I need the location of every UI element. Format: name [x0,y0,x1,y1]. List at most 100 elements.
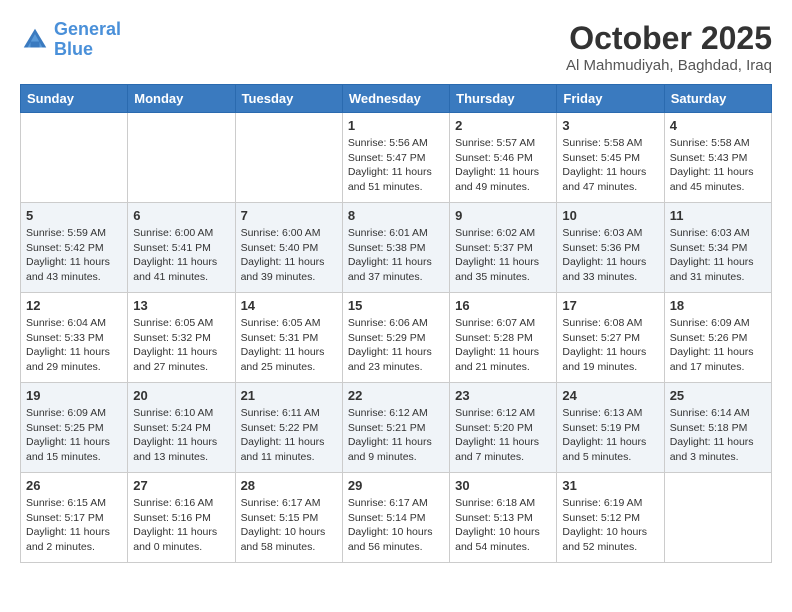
day-number: 10 [562,208,658,223]
calendar-cell: 3Sunrise: 5:58 AM Sunset: 5:45 PM Daylig… [557,113,664,203]
calendar-cell: 5 Sunrise: 5:59 AM Sunset: 5:42 PM Daylig… [21,203,128,293]
weekday-header-tuesday: Tuesday [235,85,342,113]
calendar-week-row: 12 Sunrise: 6:04 AM Sunset: 5:33 PM Dayli… [21,293,772,383]
calendar-cell: 8 Sunrise: 6:01 AM Sunset: 5:38 PM Daylig… [342,203,449,293]
calendar-cell: 13Sunrise: 6:05 AM Sunset: 5:32 PM Dayli… [128,293,235,383]
calendar-cell: 27Sunrise: 6:16 AM Sunset: 5:16 PM Dayli… [128,473,235,563]
day-number: 13 [133,298,229,313]
weekday-header-saturday: Saturday [664,85,771,113]
day-info: Sunrise: 6:02 AM Sunset: 5:37 PM Dayligh… [455,226,551,285]
day-number: 22 [348,388,444,403]
day-info: Sunrise: 5:57 AM Sunset: 5:46 PM Dayligh… [455,136,551,195]
title-block: October 2025 Al Mahmudiyah, Baghdad, Ira… [566,20,772,74]
logo-text: General Blue [54,20,121,60]
day-info: Sunrise: 6:15 AM Sunset: 5:17 PM Dayligh… [26,496,122,555]
calendar-cell: 17 Sunrise: 6:08 AM Sunset: 5:27 PM Dayli… [557,293,664,383]
day-number: 16 [455,298,551,313]
month-title: October 2025 [566,20,772,57]
day-number: 5 [26,208,122,223]
calendar-table: SundayMondayTuesdayWednesdayThursdayFrid… [20,84,772,563]
day-number: 8 [348,208,444,223]
calendar-cell: 11 Sunrise: 6:03 AM Sunset: 5:34 PM Dayli… [664,203,771,293]
day-number: 11 [670,208,766,223]
day-info: Sunrise: 6:03 AM Sunset: 5:34 PM Dayligh… [670,226,766,285]
day-info: Sunrise: 6:05 AM Sunset: 5:31 PM Dayligh… [241,316,337,375]
day-number: 19 [26,388,122,403]
day-number: 20 [133,388,229,403]
calendar-cell: 15 Sunrise: 6:06 AM Sunset: 5:29 PM Dayli… [342,293,449,383]
calendar-cell: 31Sunrise: 6:19 AM Sunset: 5:12 PM Dayli… [557,473,664,563]
day-info: Sunrise: 6:09 AM Sunset: 5:25 PM Dayligh… [26,406,122,465]
day-info: Sunrise: 6:17 AM Sunset: 5:14 PM Dayligh… [348,496,444,555]
calendar-cell: 1Sunrise: 5:56 AM Sunset: 5:47 PM Daylig… [342,113,449,203]
day-info: Sunrise: 6:04 AM Sunset: 5:33 PM Dayligh… [26,316,122,375]
calendar-cell: 22 Sunrise: 6:12 AM Sunset: 5:21 PM Dayli… [342,383,449,473]
calendar-cell: 4Sunrise: 5:58 AM Sunset: 5:43 PM Daylig… [664,113,771,203]
day-info: Sunrise: 6:19 AM Sunset: 5:12 PM Dayligh… [562,496,658,555]
day-info: Sunrise: 6:13 AM Sunset: 5:19 PM Dayligh… [562,406,658,465]
page-header: General Blue October 2025 Al Mahmudiyah,… [20,20,772,74]
day-number: 28 [241,478,337,493]
calendar-cell [128,113,235,203]
day-number: 2 [455,118,551,133]
calendar-cell: 10 Sunrise: 6:03 AM Sunset: 5:36 PM Dayli… [557,203,664,293]
day-number: 6 [133,208,229,223]
calendar-cell: 12 Sunrise: 6:04 AM Sunset: 5:33 PM Dayli… [21,293,128,383]
calendar-cell [21,113,128,203]
logo-icon [20,25,50,55]
day-number: 14 [241,298,337,313]
calendar-cell: 6 Sunrise: 6:00 AM Sunset: 5:41 PM Daylig… [128,203,235,293]
calendar-cell: 21Sunrise: 6:11 AM Sunset: 5:22 PM Dayli… [235,383,342,473]
calendar-cell: 30Sunrise: 6:18 AM Sunset: 5:13 PM Dayli… [450,473,557,563]
calendar-cell [235,113,342,203]
calendar-cell [664,473,771,563]
calendar-cell: 18 Sunrise: 6:09 AM Sunset: 5:26 PM Dayli… [664,293,771,383]
day-info: Sunrise: 5:56 AM Sunset: 5:47 PM Dayligh… [348,136,444,195]
day-info: Sunrise: 5:58 AM Sunset: 5:43 PM Dayligh… [670,136,766,195]
day-info: Sunrise: 6:18 AM Sunset: 5:13 PM Dayligh… [455,496,551,555]
day-info: Sunrise: 6:10 AM Sunset: 5:24 PM Dayligh… [133,406,229,465]
calendar-cell: 29Sunrise: 6:17 AM Sunset: 5:14 PM Dayli… [342,473,449,563]
day-info: Sunrise: 5:59 AM Sunset: 5:42 PM Dayligh… [26,226,122,285]
calendar-cell: 23 Sunrise: 6:12 AM Sunset: 5:20 PM Dayli… [450,383,557,473]
weekday-header-sunday: Sunday [21,85,128,113]
day-number: 3 [562,118,658,133]
calendar-cell: 7 Sunrise: 6:00 AM Sunset: 5:40 PM Daylig… [235,203,342,293]
day-info: Sunrise: 6:12 AM Sunset: 5:20 PM Dayligh… [455,406,551,465]
day-info: Sunrise: 6:12 AM Sunset: 5:21 PM Dayligh… [348,406,444,465]
location-subtitle: Al Mahmudiyah, Baghdad, Iraq [566,57,772,74]
day-number: 27 [133,478,229,493]
day-info: Sunrise: 6:11 AM Sunset: 5:22 PM Dayligh… [241,406,337,465]
logo-line2: Blue [54,39,93,59]
day-info: Sunrise: 6:06 AM Sunset: 5:29 PM Dayligh… [348,316,444,375]
calendar-week-row: 1Sunrise: 5:56 AM Sunset: 5:47 PM Daylig… [21,113,772,203]
day-number: 26 [26,478,122,493]
weekday-header-wednesday: Wednesday [342,85,449,113]
day-number: 23 [455,388,551,403]
day-info: Sunrise: 6:03 AM Sunset: 5:36 PM Dayligh… [562,226,658,285]
day-info: Sunrise: 6:09 AM Sunset: 5:26 PM Dayligh… [670,316,766,375]
calendar-cell: 19 Sunrise: 6:09 AM Sunset: 5:25 PM Dayli… [21,383,128,473]
calendar-cell: 16Sunrise: 6:07 AM Sunset: 5:28 PM Dayli… [450,293,557,383]
calendar-cell: 24 Sunrise: 6:13 AM Sunset: 5:19 PM Dayli… [557,383,664,473]
calendar-cell: 28Sunrise: 6:17 AM Sunset: 5:15 PM Dayli… [235,473,342,563]
day-number: 9 [455,208,551,223]
calendar-cell: 20 Sunrise: 6:10 AM Sunset: 5:24 PM Dayli… [128,383,235,473]
day-info: Sunrise: 6:00 AM Sunset: 5:41 PM Dayligh… [133,226,229,285]
day-number: 15 [348,298,444,313]
day-info: Sunrise: 6:01 AM Sunset: 5:38 PM Dayligh… [348,226,444,285]
day-info: Sunrise: 6:08 AM Sunset: 5:27 PM Dayligh… [562,316,658,375]
day-number: 7 [241,208,337,223]
day-number: 17 [562,298,658,313]
calendar-week-row: 19 Sunrise: 6:09 AM Sunset: 5:25 PM Dayli… [21,383,772,473]
day-number: 12 [26,298,122,313]
logo-line1: General [54,19,121,39]
weekday-header-friday: Friday [557,85,664,113]
day-info: Sunrise: 6:00 AM Sunset: 5:40 PM Dayligh… [241,226,337,285]
day-number: 25 [670,388,766,403]
calendar-cell: 2 Sunrise: 5:57 AM Sunset: 5:46 PM Daylig… [450,113,557,203]
day-number: 24 [562,388,658,403]
day-info: Sunrise: 6:14 AM Sunset: 5:18 PM Dayligh… [670,406,766,465]
calendar-week-row: 26 Sunrise: 6:15 AM Sunset: 5:17 PM Dayli… [21,473,772,563]
day-number: 18 [670,298,766,313]
